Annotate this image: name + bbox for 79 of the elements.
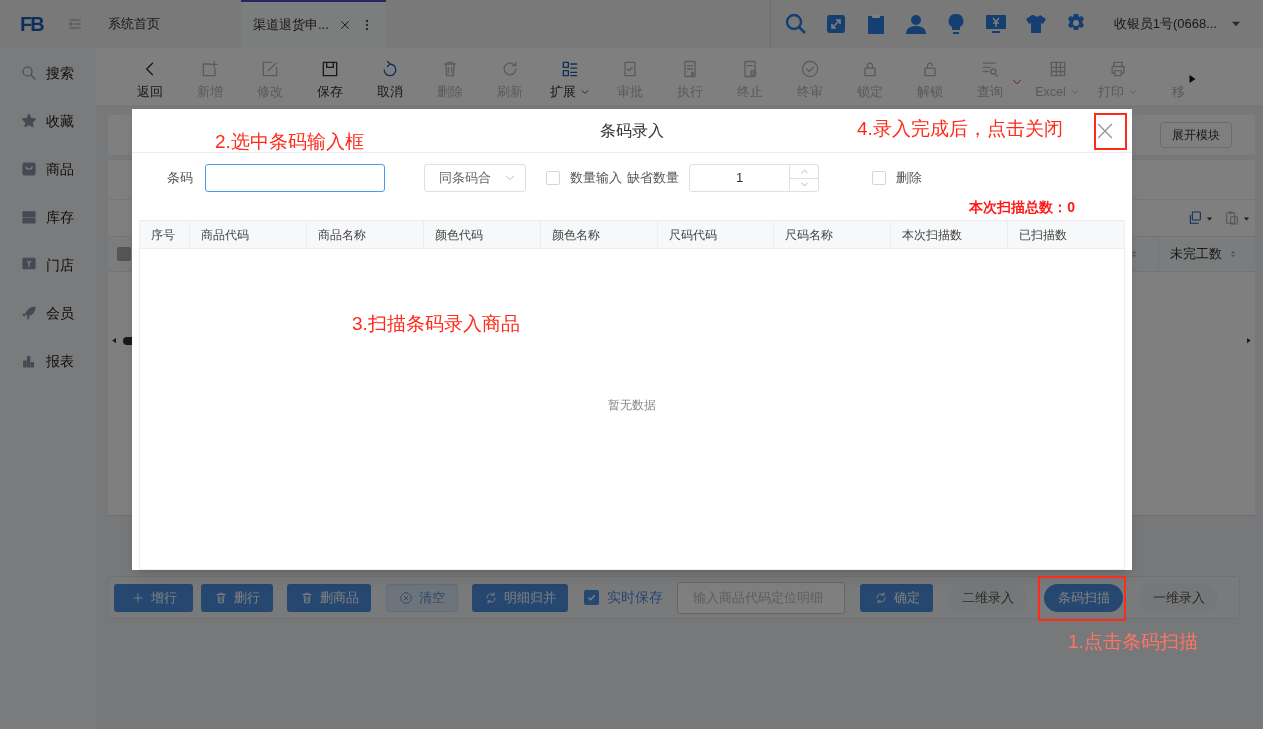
user-icon[interactable] <box>904 12 928 36</box>
column-header[interactable]: 已扫描数 <box>1007 221 1124 248</box>
search-icon[interactable] <box>784 12 808 36</box>
sidebar-item[interactable]: 会员 <box>0 289 96 337</box>
menu-icon[interactable] <box>66 16 83 32</box>
toolbar-button[interactable]: 保存 <box>300 59 360 102</box>
expand-icon[interactable] <box>824 12 848 36</box>
clear-icon <box>399 590 413 605</box>
number-field[interactable]: 1 <box>689 164 819 192</box>
field-label: 缺省数量 <box>627 169 679 188</box>
column-header[interactable]: 商品代码 <box>189 221 306 248</box>
field-label: 条码 <box>167 169 193 188</box>
toolbar-button[interactable]: 删商品 <box>287 583 371 612</box>
toolbar-button[interactable]: 明细归并 <box>472 583 568 612</box>
toolbar-button[interactable]: 确定 <box>860 583 933 612</box>
trash-icon <box>299 590 314 605</box>
scroll-right-icon[interactable] <box>1244 336 1253 345</box>
column-header[interactable]: 序号 <box>140 221 189 248</box>
empty-message: 暂无数据 <box>608 397 656 414</box>
add-icon <box>200 59 220 79</box>
user-name[interactable]: 收银员1号(0668... <box>1113 14 1217 34</box>
box-icon <box>20 208 38 226</box>
column-header[interactable]: 颜色名称 <box>539 221 657 248</box>
checkbox[interactable]: 数量输入 <box>546 168 622 188</box>
checkbox[interactable]: 删除 <box>872 168 922 188</box>
monitor-icon[interactable] <box>984 12 1008 36</box>
close-icon[interactable] <box>338 18 352 32</box>
tab[interactable]: 系统首页 <box>96 0 241 48</box>
column-header[interactable]: 尺码代码 <box>656 221 774 248</box>
column-header[interactable]: 颜色代码 <box>422 221 540 248</box>
sidebar-item[interactable]: 收藏 <box>0 97 96 145</box>
logo: FB <box>20 12 43 37</box>
annotation-text: 1.点击条码扫描 <box>1068 630 1198 654</box>
toolbar-button[interactable]: 增行 <box>114 583 193 612</box>
sidebar-item[interactable]: 报表 <box>0 337 96 385</box>
trash-icon <box>214 590 228 605</box>
tshirt-icon[interactable] <box>1024 12 1048 36</box>
refresh-icon <box>873 590 888 605</box>
barcode-field[interactable] <box>205 164 385 192</box>
expand-button[interactable]: 展开模块 <box>1160 122 1232 148</box>
mode-button[interactable]: 条码扫描 <box>1044 583 1123 612</box>
annotation-text: 2.选中条码输入框 <box>215 130 364 154</box>
column-header[interactable]: 未完工数 <box>1158 237 1255 271</box>
copy-icon <box>1187 210 1203 226</box>
toolbar-button[interactable]: 取消 <box>360 59 420 102</box>
merge-select[interactable]: 同条码合 <box>424 164 526 192</box>
scan-total: 本次扫描总数：0 <box>969 199 1075 215</box>
sidebar-item[interactable]: 商品 <box>0 145 96 193</box>
search-icon <box>20 64 38 82</box>
column-header[interactable]: 尺码名称 <box>773 221 891 248</box>
toolbar-button[interactable]: 删行 <box>201 583 273 612</box>
annotation-text: 3.扫描条码录入商品 <box>352 312 520 336</box>
edit-icon <box>260 59 280 79</box>
checkbox[interactable]: 实时保存 <box>584 587 663 608</box>
column-header[interactable]: 商品名称 <box>305 221 423 248</box>
paste-dropdown[interactable] <box>1224 210 1251 226</box>
dialog-title: 条码录入 <box>600 120 664 141</box>
tab-label: 系统首页 <box>108 15 161 34</box>
tab[interactable]: 渠道退货申... <box>241 0 386 48</box>
bag-icon <box>20 160 38 178</box>
annotation-text: 4.录入完成后，点击关闭 <box>857 117 1063 141</box>
star-icon <box>20 112 38 130</box>
sidebar-item[interactable]: 门店 <box>0 241 96 289</box>
checkbox[interactable] <box>117 247 131 261</box>
toolbar-button[interactable]: 返回 <box>120 59 180 102</box>
plus-icon <box>130 590 145 605</box>
tab-label: 渠道退货申... <box>253 16 330 35</box>
sidebar-item[interactable]: 库存 <box>0 193 96 241</box>
column-header[interactable]: 本次扫描数 <box>890 221 1008 248</box>
paste-icon <box>1224 210 1240 226</box>
list-icon <box>560 59 580 79</box>
save-icon <box>320 59 340 79</box>
check-icon <box>586 592 597 603</box>
refresh-icon <box>484 590 498 605</box>
table-icon <box>1048 59 1068 79</box>
copy-dropdown[interactable] <box>1187 210 1214 226</box>
sidebar-item[interactable]: 搜索 <box>0 49 96 97</box>
toolbar-button[interactable]: 扩展 <box>540 59 600 102</box>
scroll-left-icon[interactable] <box>110 336 119 345</box>
